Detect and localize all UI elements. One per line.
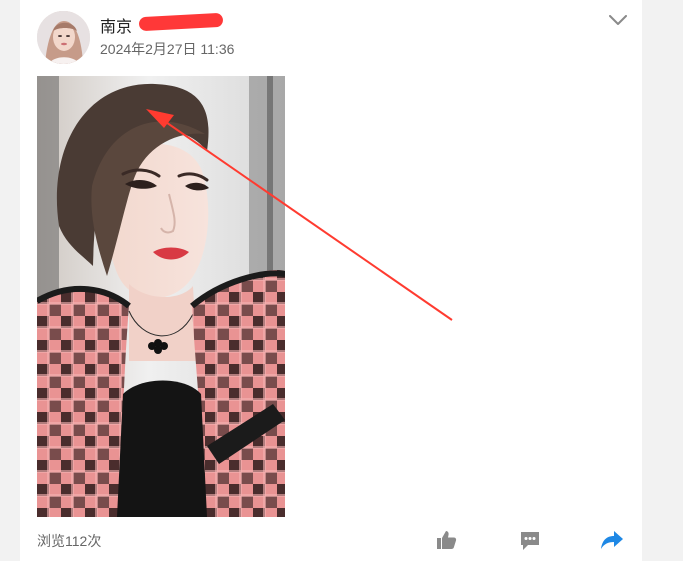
avatar[interactable]: [37, 11, 90, 64]
share-arrow-icon: [601, 531, 623, 549]
post-timestamp: 2024年2月27日 11:36: [100, 41, 235, 57]
avatar-image: [37, 11, 90, 64]
thumbs-up-icon: [437, 531, 457, 549]
comment-button[interactable]: [516, 527, 544, 553]
like-button[interactable]: [432, 527, 460, 553]
post-menu-button[interactable]: [607, 12, 629, 28]
author-name[interactable]: 南京: [100, 13, 132, 37]
share-button[interactable]: [598, 527, 626, 553]
view-count: 浏览112次: [37, 533, 102, 549]
chevron-down-icon: [609, 15, 627, 25]
portrait-image: [37, 76, 285, 517]
post-photo[interactable]: [37, 76, 285, 517]
comment-icon: [521, 531, 539, 550]
